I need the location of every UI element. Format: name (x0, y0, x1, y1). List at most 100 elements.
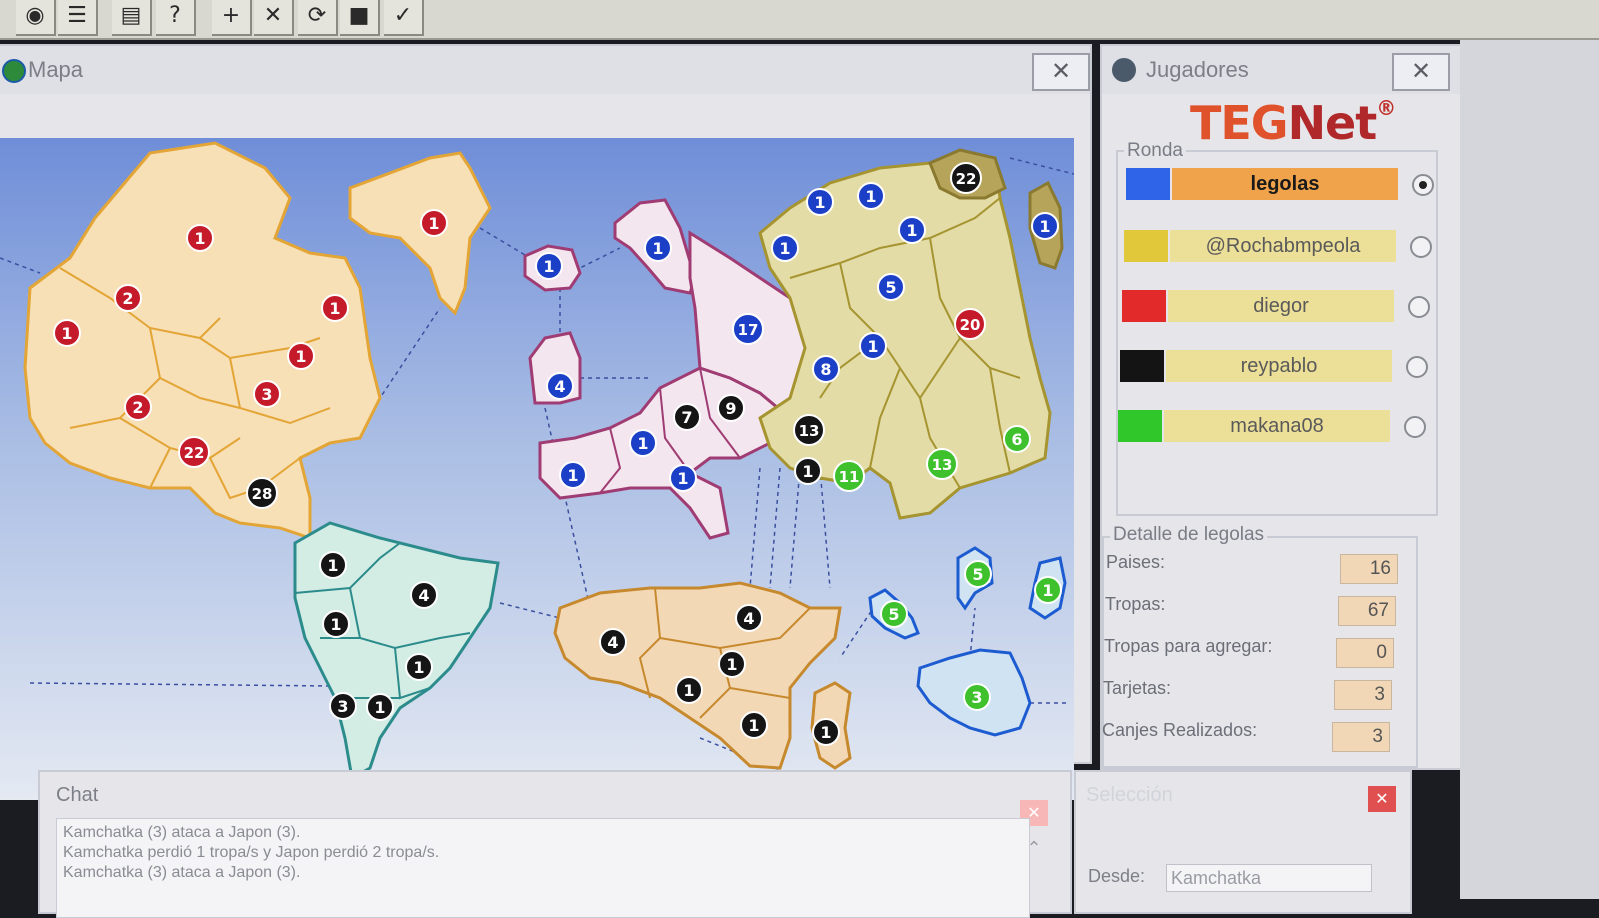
army-count: 22 (956, 170, 977, 188)
detail-value: 3 (1334, 680, 1392, 710)
chat-message: Kamchatka (3) ataca a Japon (3). (63, 864, 301, 881)
card-icon[interactable]: ▤ (112, 0, 152, 36)
detail-label: Detalle de legolas (1110, 524, 1268, 546)
logo-teg: TEG (1190, 96, 1289, 150)
army-count: 1 (330, 615, 341, 634)
detail-label: Tropas para agregar: (1104, 636, 1273, 656)
map-close-button[interactable]: ✕ (1032, 53, 1090, 91)
army-count: 1 (867, 337, 878, 356)
player-radio[interactable] (1412, 174, 1434, 196)
player-color-swatch (1118, 410, 1162, 442)
army-count: 1 (637, 434, 648, 453)
player-row[interactable]: legolas (1126, 168, 1446, 200)
selection-close-button[interactable]: ✕ (1368, 786, 1396, 812)
army-count: 13 (932, 456, 953, 474)
list-icon[interactable]: ☰ (58, 0, 98, 36)
army-count: 9 (725, 399, 736, 418)
toolbar: ◉ ☰ ▤? + ✕ ⟳ ■ ✓ (0, 0, 1599, 40)
army-count: 3 (261, 385, 272, 404)
players-close-button[interactable]: ✕ (1392, 53, 1450, 91)
round-group (1116, 150, 1438, 516)
regroup-icon[interactable]: ⟳ (298, 0, 338, 36)
army-count: 1 (329, 299, 340, 318)
army-count: 3 (337, 697, 348, 716)
army-count: 1 (374, 698, 385, 717)
from-label: Desde: (1088, 866, 1146, 886)
player-name: @Rochabmpeola (1170, 230, 1396, 262)
help-icon[interactable]: ? (156, 0, 196, 36)
round-label: Ronda (1124, 140, 1186, 162)
army-count: 1 (820, 723, 831, 742)
army-count: 5 (972, 565, 983, 584)
logo-registered: ® (1376, 96, 1396, 120)
army-count: 1 (906, 221, 917, 240)
army-count: 17 (738, 321, 759, 339)
player-name: makana08 (1164, 410, 1390, 442)
players-title: Jugadores (1146, 57, 1249, 82)
world-map: 1 2 1 1 1 1 3 2 22 28 1 4 1 1 3 1 1 4 1 1 17 7 9 1 1 8 13 1 11 1 1 1 1 22… (0, 138, 1074, 800)
player-radio[interactable] (1410, 236, 1432, 258)
selection-window: Selección ✕ Desde: Kamchatka (1074, 770, 1412, 914)
radio-selected-dot (1419, 181, 1427, 189)
player-name: legolas (1172, 168, 1398, 200)
logo-net: Net (1287, 96, 1378, 150)
detail-value: 0 (1336, 638, 1394, 668)
player-name: diegor (1168, 290, 1394, 322)
chat-window: Chat ✕ Kamchatka (3) ataca a Japon (3). K… (38, 770, 1072, 918)
army-count: 1 (194, 229, 205, 248)
army-count: 1 (1039, 217, 1050, 236)
player-color-swatch (1124, 230, 1168, 262)
player-color-swatch (1120, 350, 1164, 382)
detail-value: 67 (1338, 596, 1396, 626)
from-field[interactable]: Kamchatka (1166, 864, 1372, 892)
army-count: 7 (681, 408, 692, 427)
globe-icon (2, 59, 26, 83)
chat-scroll-up-button[interactable]: ⌃ (1024, 838, 1044, 859)
desktop-background (1460, 40, 1599, 899)
detail-label: Tropas: (1105, 594, 1166, 614)
army-count: 1 (543, 257, 554, 276)
army-count: 28 (252, 485, 273, 503)
globe-icon[interactable]: ◉ (16, 0, 56, 36)
player-row[interactable]: @Rochabmpeola (1124, 230, 1444, 262)
player-radio[interactable] (1406, 356, 1428, 378)
map-title: Mapa (28, 57, 84, 82)
tegnet-logo: TEGNet® (1190, 96, 1396, 150)
army-count: 1 (683, 681, 694, 700)
player-color-swatch (1122, 290, 1166, 322)
player-row[interactable]: diegor (1122, 290, 1442, 322)
player-radio[interactable] (1408, 296, 1430, 318)
chat-log[interactable]: Kamchatka (3) ataca a Japon (3). Kamchatk… (56, 818, 1030, 918)
army-count: 1 (677, 469, 688, 488)
player-row[interactable]: reypablo (1120, 350, 1440, 382)
player-radio[interactable] (1404, 416, 1426, 438)
cards-icon[interactable]: ■ (340, 0, 380, 36)
army-count: 5 (885, 278, 896, 297)
army-count: 1 (802, 462, 813, 481)
army-count: 1 (61, 324, 72, 343)
army-count: 1 (428, 214, 439, 233)
army-count: 2 (122, 289, 133, 308)
army-count: 1 (726, 655, 737, 674)
chat-title: Chat (56, 784, 99, 806)
add-icon[interactable]: + (212, 0, 252, 36)
detail-value: 16 (1340, 554, 1398, 584)
army-count: 1 (865, 187, 876, 206)
army-count: 1 (748, 716, 759, 735)
detail-value: 3 (1332, 722, 1390, 752)
army-count: 1 (295, 347, 306, 366)
army-count: 2 (132, 398, 143, 417)
army-count: 8 (820, 360, 831, 379)
army-count: 11 (839, 468, 860, 486)
chat-message: Kamchatka (3) ataca a Japon (3). (63, 824, 301, 841)
map-window: Mapa ✕ 1 2 1 1 1 1 3 2 22 28 1 4 1 1 3 1… (0, 44, 1092, 800)
army-count: 20 (960, 316, 981, 334)
army-count: 1 (567, 466, 578, 485)
army-count: 22 (184, 444, 205, 462)
army-count: 1 (814, 193, 825, 212)
army-count: 4 (607, 633, 618, 652)
player-name: reypablo (1166, 350, 1392, 382)
player-row[interactable]: makana08 (1118, 410, 1438, 442)
attack-icon[interactable]: ✕ (254, 0, 294, 36)
end-turn-icon[interactable]: ✓ (384, 0, 424, 36)
